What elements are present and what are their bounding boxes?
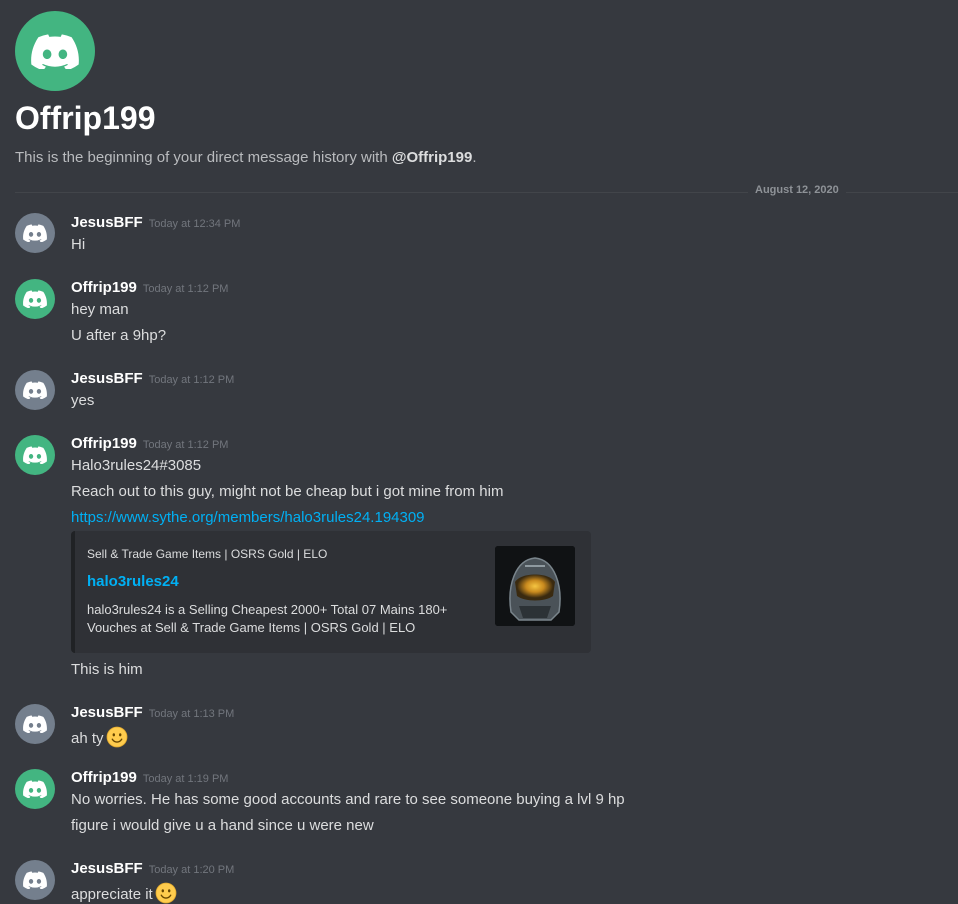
message-text: ah ty bbox=[71, 726, 128, 748]
message-timestamp[interactable]: Today at 12:34 PM bbox=[149, 218, 241, 230]
user-avatar-large[interactable] bbox=[15, 11, 95, 91]
message-timestamp[interactable]: Today at 1:19 PM bbox=[143, 773, 229, 785]
avatar[interactable] bbox=[15, 213, 55, 253]
dm-intro-text: This is the beginning of your direct mes… bbox=[15, 149, 477, 166]
discord-logo-icon bbox=[23, 381, 47, 399]
message-header: Offrip199 Today at 1:12 PM bbox=[71, 279, 228, 296]
avatar[interactable] bbox=[15, 279, 55, 319]
embed-description: halo3rules24 is a Selling Cheapest 2000+… bbox=[87, 602, 448, 635]
discord-logo-icon bbox=[23, 224, 47, 242]
discord-logo-icon bbox=[23, 871, 47, 889]
slightly-smiling-face-icon[interactable] bbox=[155, 882, 177, 904]
page-title: Offrip199 bbox=[15, 100, 156, 136]
avatar[interactable] bbox=[15, 769, 55, 809]
discord-logo-icon bbox=[31, 34, 79, 69]
message-header: Offrip199 Today at 1:19 PM bbox=[71, 769, 228, 786]
message-author[interactable]: Offrip199 bbox=[71, 279, 137, 296]
slightly-smiling-face-icon[interactable] bbox=[106, 726, 128, 748]
message-header: JesusBFF Today at 1:12 PM bbox=[71, 370, 234, 387]
message-timestamp[interactable]: Today at 1:20 PM bbox=[149, 864, 235, 876]
message-timestamp[interactable]: Today at 1:12 PM bbox=[143, 283, 229, 295]
embed-thumbnail[interactable] bbox=[495, 546, 575, 626]
discord-logo-icon bbox=[23, 290, 47, 308]
message-text: hey man bbox=[71, 301, 129, 318]
message-text: Reach out to this guy, might not be chea… bbox=[71, 483, 504, 500]
message-text: Hi bbox=[71, 236, 86, 253]
message-text: yes bbox=[71, 392, 95, 409]
message-text: U after a 9hp? bbox=[71, 327, 167, 344]
avatar[interactable] bbox=[15, 435, 55, 475]
helmet-thumbnail-icon bbox=[495, 546, 575, 626]
message-timestamp[interactable]: Today at 1:12 PM bbox=[149, 374, 235, 386]
message-text: This is him bbox=[71, 661, 143, 678]
embed-title-link[interactable]: halo3rules24 bbox=[87, 573, 179, 590]
message-author[interactable]: JesusBFF bbox=[71, 370, 143, 387]
discord-logo-icon bbox=[23, 715, 47, 733]
intro-prefix: This is the beginning of your direct mes… bbox=[15, 149, 392, 166]
message-timestamp[interactable]: Today at 1:13 PM bbox=[149, 708, 235, 720]
message-text: figure i would give u a hand since u wer… bbox=[71, 817, 374, 834]
message-text-content: ah ty bbox=[71, 730, 104, 747]
intro-mention[interactable]: @Offrip199 bbox=[392, 149, 472, 166]
link-embed: Sell & Trade Game Items | OSRS Gold | EL… bbox=[71, 531, 591, 653]
discord-logo-icon bbox=[23, 780, 47, 798]
avatar[interactable] bbox=[15, 704, 55, 744]
message-author[interactable]: JesusBFF bbox=[71, 704, 143, 721]
avatar[interactable] bbox=[15, 370, 55, 410]
message-text: appreciate it bbox=[71, 882, 177, 904]
discord-logo-icon bbox=[23, 446, 47, 464]
message-text: Halo3rules24#3085 bbox=[71, 457, 202, 474]
intro-suffix: . bbox=[472, 149, 477, 166]
message-author[interactable]: JesusBFF bbox=[71, 214, 143, 231]
message-link[interactable]: https://www.sythe.org/members/halo3rules… bbox=[71, 509, 425, 526]
message-timestamp[interactable]: Today at 1:12 PM bbox=[143, 439, 229, 451]
message-author[interactable]: Offrip199 bbox=[71, 435, 137, 452]
message-text: No worries. He has some good accounts an… bbox=[71, 791, 625, 808]
message-text-content: appreciate it bbox=[71, 886, 153, 903]
message-header: JesusBFF Today at 12:34 PM bbox=[71, 214, 240, 231]
message-header: JesusBFF Today at 1:13 PM bbox=[71, 704, 234, 721]
message-header: JesusBFF Today at 1:20 PM bbox=[71, 860, 234, 877]
message-header: Offrip199 Today at 1:12 PM bbox=[71, 435, 228, 452]
message-author[interactable]: Offrip199 bbox=[71, 769, 137, 786]
message-author[interactable]: JesusBFF bbox=[71, 860, 143, 877]
embed-provider[interactable]: Sell & Trade Game Items | OSRS Gold | EL… bbox=[87, 547, 327, 561]
avatar[interactable] bbox=[15, 860, 55, 900]
date-divider-label: August 12, 2020 bbox=[748, 184, 846, 196]
